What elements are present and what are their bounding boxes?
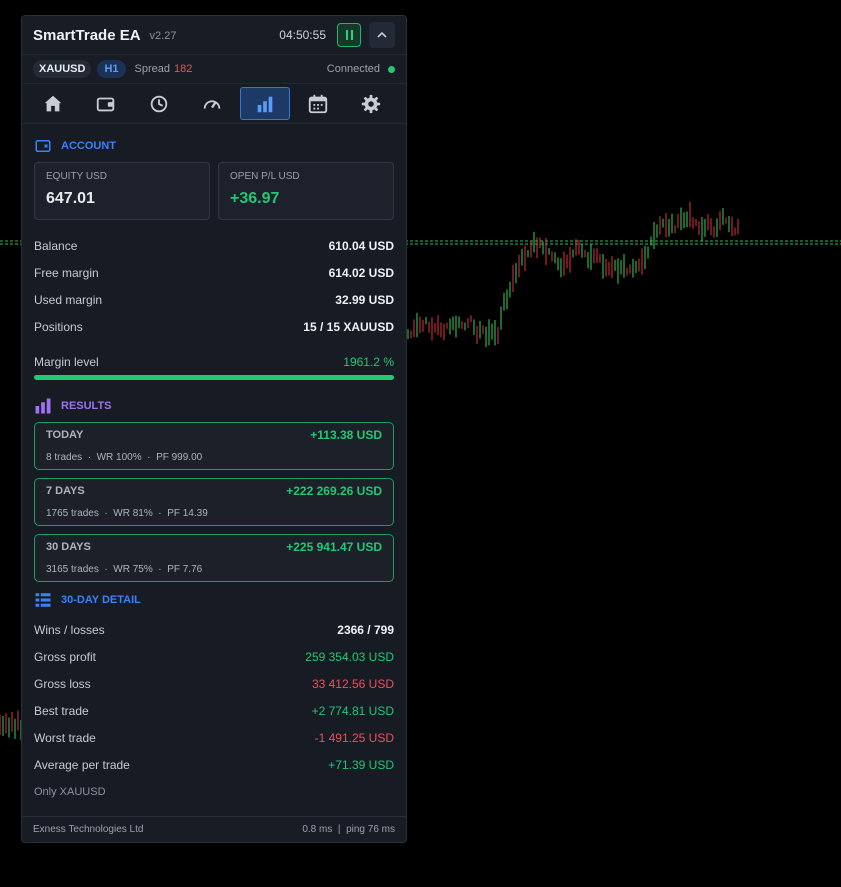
tab-history[interactable]: [134, 87, 184, 120]
account-row-used-margin: Used margin 32.99 USD: [34, 292, 394, 307]
detail-heading: 30-DAY DETAIL: [61, 594, 141, 606]
detail-note: Only XAUUSD: [34, 785, 106, 798]
account-section-heading: ACCOUNT: [34, 136, 406, 156]
symbol-badge[interactable]: XAUUSD: [33, 60, 92, 78]
bar-chart-icon: [257, 96, 273, 112]
detail-row-wins-losses: Wins / losses 2366 / 799: [34, 622, 394, 637]
clock-icon: [150, 95, 168, 112]
account-rows: Balance 610.04 USD Free margin 614.02 USD …: [34, 232, 394, 375]
margin-level-row: Margin level 1961.2 %: [34, 354, 394, 369]
results-section-heading: RESULTS: [34, 396, 406, 416]
app-version: v2.27: [149, 30, 177, 42]
list-icon: [35, 593, 51, 607]
symbol-bar: XAUUSD H1 Spread 182 Connected: [22, 54, 406, 84]
tab-bar: [22, 84, 406, 124]
equity-card: EQUITY USD 647.01: [34, 162, 210, 220]
spread-value: 182: [174, 63, 193, 75]
result-card-30-days[interactable]: 30 DAYS +225 941.47 USD 3165 trades · WR …: [34, 534, 394, 582]
wallet-icon: [96, 97, 115, 111]
account-row-free-margin: Free margin 614.02 USD: [34, 265, 394, 280]
detail-rows: Wins / losses 2366 / 799 Gross profit 259 …: [34, 616, 394, 805]
connection-dot-icon: [388, 65, 395, 73]
results-list: TODAY +113.38 USD 8 trades · WR 100% · PF…: [22, 422, 406, 582]
tab-settings[interactable]: [346, 87, 396, 120]
title-bar[interactable]: SmartTrade EA v2.27 04:50:55: [22, 16, 406, 54]
detail-row-average: Average per trade +71.39 USD: [34, 757, 394, 772]
open-pl-label: OPEN P/L USD: [230, 171, 300, 182]
connection-status: Connected: [326, 63, 380, 75]
gauge-icon: [203, 99, 221, 109]
bar-chart-icon: [35, 398, 51, 414]
app-title: SmartTrade EA: [33, 26, 141, 44]
pause-icon: [345, 30, 348, 40]
detail-row-best-trade: Best trade +2 774.81 USD: [34, 703, 394, 718]
server-clock: 04:50:55: [279, 28, 326, 42]
broker-name: Exness Technologies Ltd: [33, 824, 144, 835]
detail-row-gross-loss: Gross loss 33 412.56 USD: [34, 676, 394, 691]
latency-info: 0.8 ms | ping 76 ms: [302, 824, 395, 835]
result-card-today[interactable]: TODAY +113.38 USD 8 trades · WR 100% · PF…: [34, 422, 394, 470]
tab-performance[interactable]: [187, 87, 237, 120]
calendar-icon: [308, 94, 328, 113]
equity-label: EQUITY USD: [46, 171, 107, 182]
gear-icon: [361, 94, 381, 113]
tab-wallet[interactable]: [81, 87, 131, 120]
margin-level-bar: [34, 375, 394, 380]
tab-statistics[interactable]: [240, 87, 290, 120]
account-heading: ACCOUNT: [61, 140, 116, 152]
pause-button[interactable]: [337, 23, 361, 47]
timeframe-badge[interactable]: H1: [97, 60, 126, 78]
collapse-button[interactable]: [369, 22, 395, 48]
detail-section-heading: 30-DAY DETAIL: [34, 590, 406, 610]
account-row-balance: Balance 610.04 USD: [34, 238, 394, 253]
open-pl-card: OPEN P/L USD +36.97: [218, 162, 394, 220]
detail-row-worst-trade: Worst trade -1 491.25 USD: [34, 730, 394, 745]
status-footer: Exness Technologies Ltd 0.8 ms | ping 76…: [22, 816, 406, 842]
tab-calendar[interactable]: [293, 87, 343, 120]
ea-panel: SmartTrade EA v2.27 04:50:55 XAUUSD H1 S…: [21, 15, 407, 843]
open-pl-value: +36.97: [230, 190, 280, 207]
wallet-icon: [35, 140, 51, 152]
home-icon: [44, 95, 62, 111]
results-heading: RESULTS: [61, 400, 112, 412]
account-cards: EQUITY USD 647.01 OPEN P/L USD +36.97: [34, 162, 394, 220]
equity-value: 647.01: [46, 190, 95, 207]
account-row-positions: Positions 15 / 15 XAUUSD: [34, 319, 394, 334]
chevron-up-icon: [377, 31, 387, 38]
tab-home[interactable]: [28, 87, 78, 120]
result-card-7-days[interactable]: 7 DAYS +222 269.26 USD 1765 trades · WR 8…: [34, 478, 394, 526]
spread-label: Spread: [134, 63, 170, 75]
detail-row-gross-profit: Gross profit 259 354.03 USD: [34, 649, 394, 664]
